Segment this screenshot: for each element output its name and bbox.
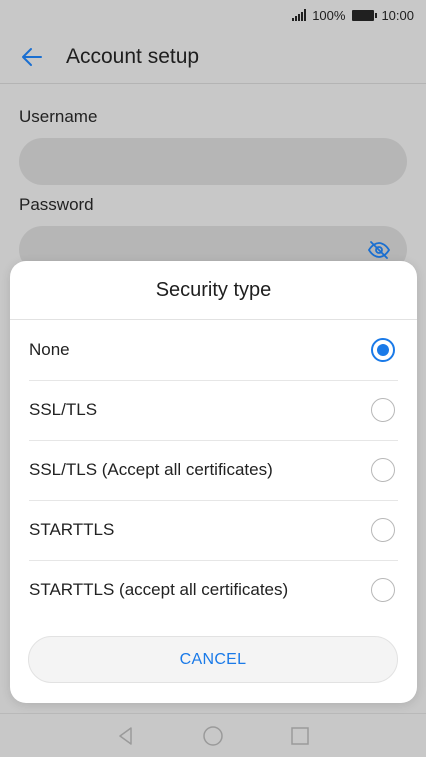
dialog-title: Security type [10,261,417,320]
option-label: None [29,340,70,359]
username-field[interactable] [19,138,407,185]
option-starttls[interactable]: STARTTLS [10,500,417,560]
option-label: SSL/TLS (Accept all certificates) [29,460,273,479]
nav-back-icon[interactable] [116,726,136,746]
radio-selected-icon[interactable] [371,338,395,362]
option-label: SSL/TLS [29,400,98,419]
option-starttls-accept-all[interactable]: STARTTLS (accept all certificates) [10,560,417,620]
signal-icon [292,9,307,21]
radio-icon[interactable] [371,398,395,422]
back-button[interactable] [0,30,66,84]
radio-icon[interactable] [371,518,395,542]
nav-recents-icon[interactable] [290,726,310,746]
back-arrow-icon [22,47,42,66]
page-title: Account setup [66,44,200,68]
cancel-button[interactable]: CANCEL [28,636,398,683]
password-label: Password [19,195,94,214]
navigation-bar [0,713,426,757]
option-label: STARTTLS (accept all certificates) [29,580,289,599]
battery-percent: 100% [312,7,346,23]
clock: 10:00 [381,7,414,23]
status-bar: 100% 10:00 [0,0,426,30]
radio-icon[interactable] [371,578,395,602]
nav-home-icon[interactable] [202,725,224,747]
option-label: STARTTLS [29,520,115,539]
username-label: Username [19,107,98,126]
battery-icon [352,9,378,21]
security-type-dialog: Security type None SSL/TLS SSL/TLS (Acce… [10,261,417,703]
option-ssl-tls[interactable]: SSL/TLS [10,380,417,440]
radio-icon[interactable] [371,458,395,482]
app-bar: Account setup [0,30,426,84]
option-none[interactable]: None [10,320,417,380]
option-ssl-tls-accept-all[interactable]: SSL/TLS (Accept all certificates) [10,440,417,500]
